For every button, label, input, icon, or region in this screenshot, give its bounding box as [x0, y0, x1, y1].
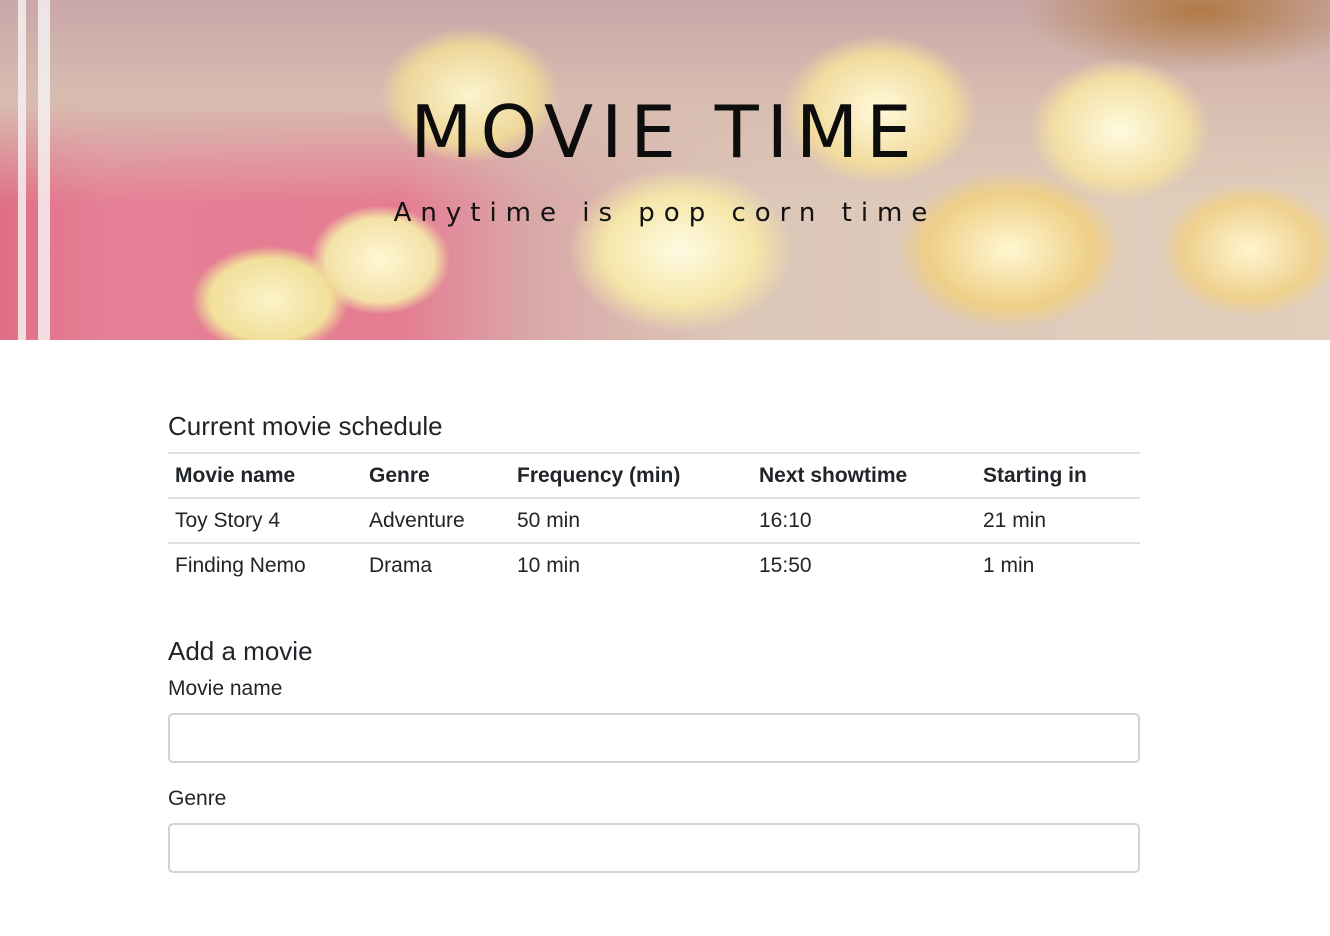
main-content: Current movie schedule Movie name Genre … [168, 400, 1140, 897]
table-row: Finding Nemo Drama 10 min 15:50 1 min [168, 542, 1140, 587]
column-header-starting-in: Starting in [976, 452, 1140, 498]
cell-frequency: 10 min [510, 542, 752, 587]
column-header-genre: Genre [362, 452, 510, 498]
column-header-movie-name: Movie name [168, 452, 362, 498]
cell-next-showtime: 16:10 [752, 497, 976, 543]
column-header-frequency: Frequency (min) [510, 452, 752, 498]
hero-text: MOVIE TIME Anytime is pop corn time [0, 0, 1330, 228]
cell-frequency: 50 min [510, 497, 752, 543]
cell-next-showtime: 15:50 [752, 542, 976, 587]
cell-genre: Drama [362, 542, 510, 587]
movie-name-input[interactable] [168, 713, 1140, 763]
add-movie-heading: Add a movie [168, 636, 313, 666]
cell-movie-name: Toy Story 4 [168, 497, 362, 543]
genre-label: Genre [168, 787, 227, 810]
genre-input[interactable] [168, 823, 1140, 873]
schedule-table: Movie name Genre Frequency (min) Next sh… [168, 452, 1140, 587]
add-movie-form: Add a movie Movie name Genre [168, 625, 1140, 873]
cell-starting-in: 21 min [976, 497, 1140, 543]
cell-movie-name: Finding Nemo [168, 542, 362, 587]
column-header-next-showtime: Next showtime [752, 452, 976, 498]
page-title: MOVIE TIME [410, 90, 920, 174]
table-header-row: Movie name Genre Frequency (min) Next sh… [168, 452, 1140, 498]
schedule-heading: Current movie schedule [168, 411, 443, 441]
movie-name-label: Movie name [168, 677, 283, 700]
cell-genre: Adventure [362, 497, 510, 543]
cell-starting-in: 1 min [976, 542, 1140, 587]
table-row: Toy Story 4 Adventure 50 min 16:10 21 mi… [168, 497, 1140, 543]
hero-banner: MOVIE TIME Anytime is pop corn time [0, 0, 1330, 340]
page-subtitle: Anytime is pop corn time [393, 198, 937, 228]
